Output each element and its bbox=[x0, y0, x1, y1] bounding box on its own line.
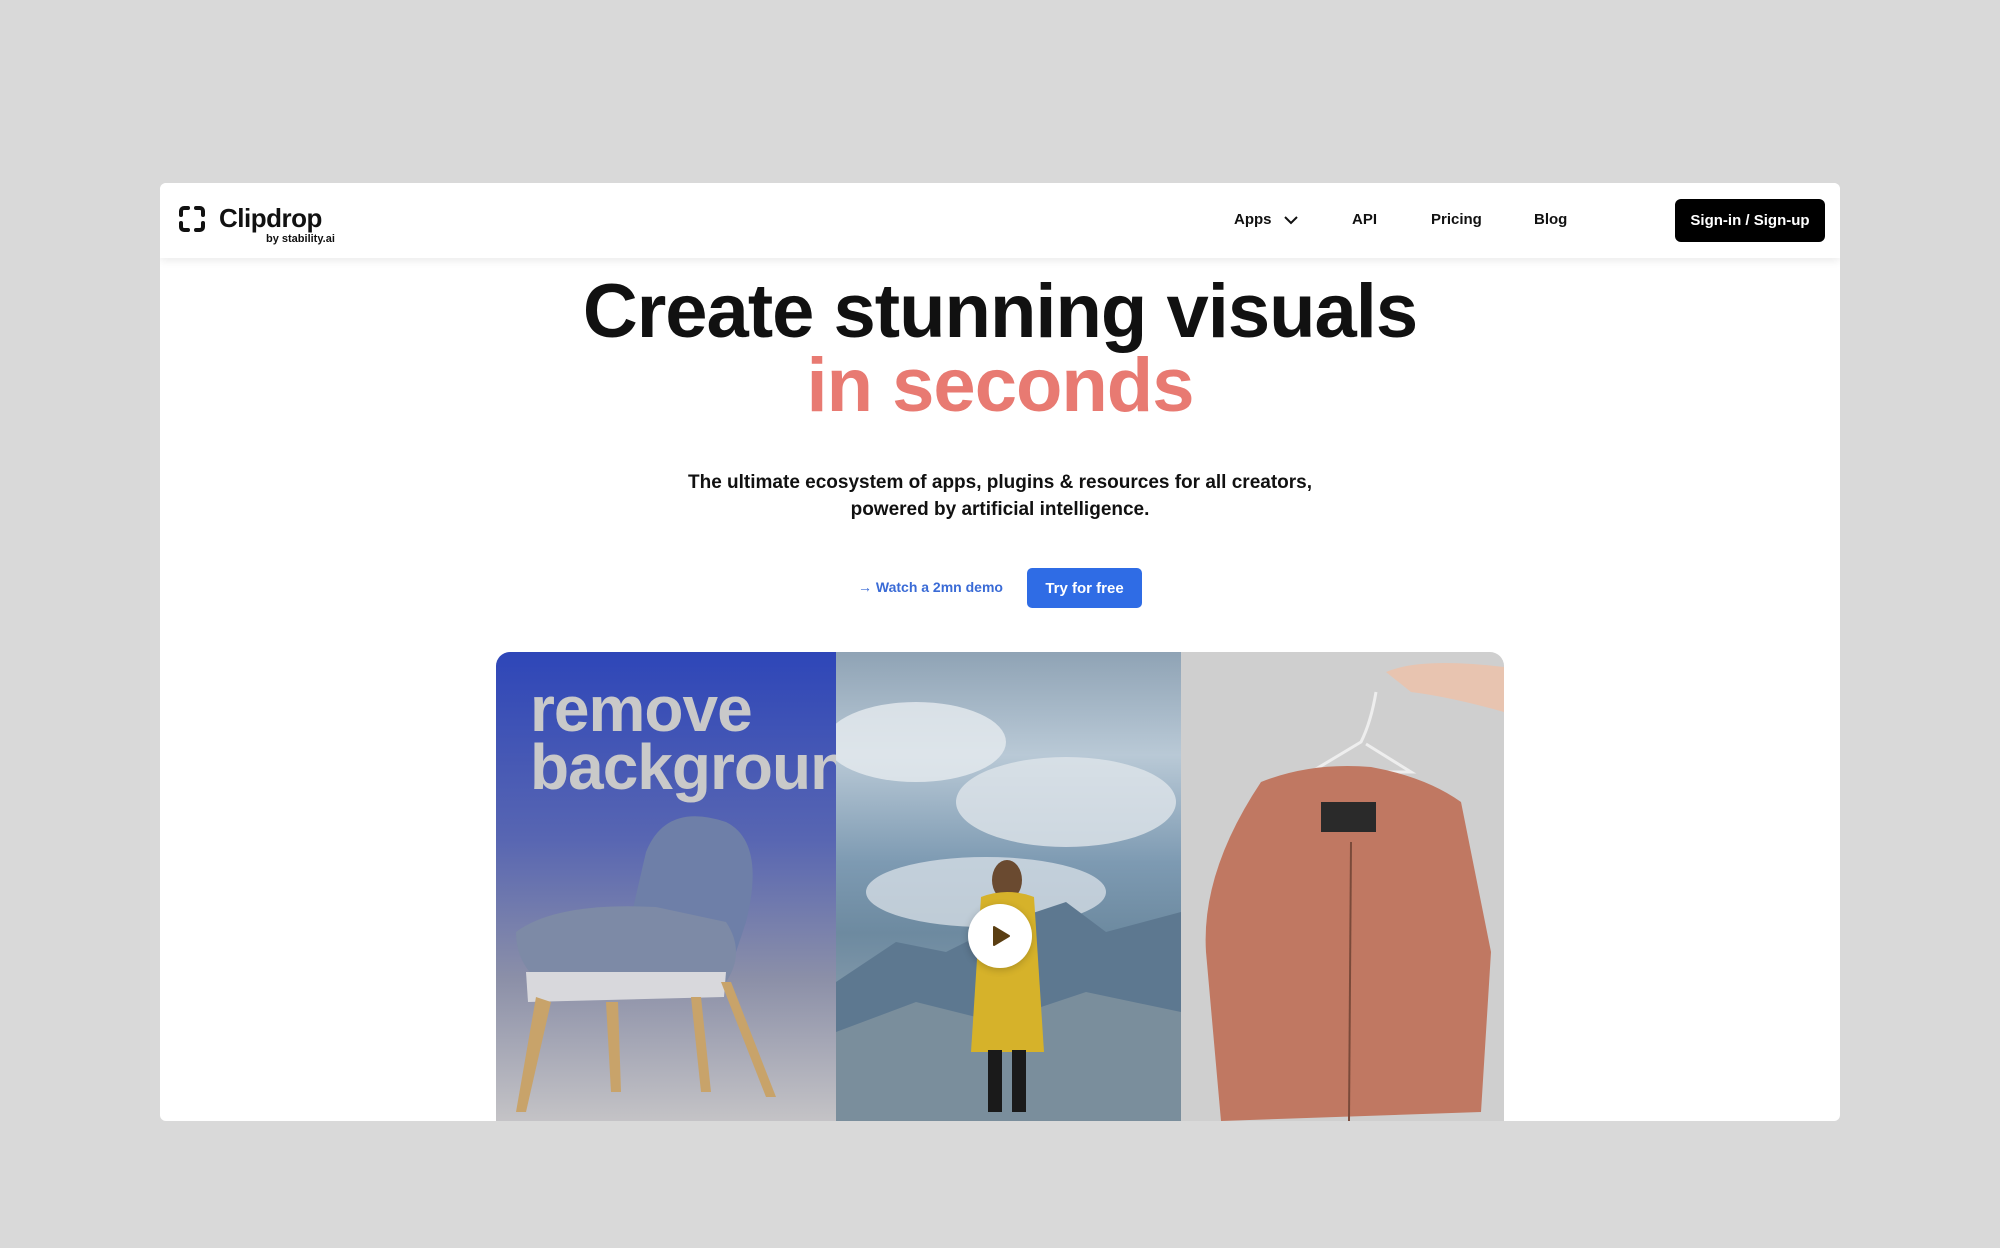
chevron-down-icon bbox=[1283, 215, 1298, 224]
overlay-line2: background bbox=[530, 731, 887, 803]
signin-signup-button[interactable]: Sign-in / Sign-up bbox=[1675, 199, 1825, 242]
hero-subtitle-line2: powered by artificial intelligence. bbox=[850, 499, 1150, 520]
browser-window: Clipdrop by stability.ai Apps API Pricin… bbox=[160, 183, 1840, 1121]
nav-apps-label: Apps bbox=[1234, 211, 1272, 228]
nav-api-link[interactable]: API bbox=[1352, 211, 1377, 228]
chair-image-panel: remove background bbox=[496, 652, 887, 1121]
play-button[interactable] bbox=[968, 904, 1032, 968]
demo-video[interactable]: remove background bbox=[496, 652, 1504, 1121]
brand-name: Clipdrop bbox=[219, 203, 322, 233]
landscape-image-panel bbox=[826, 652, 1181, 1121]
clipdrop-logo-icon bbox=[179, 206, 205, 232]
hero-subtitle-line1: The ultimate ecosystem of apps, plugins … bbox=[687, 472, 1313, 493]
brand-tagline: by stability.ai bbox=[266, 233, 335, 245]
hero-title-line2: in seconds bbox=[806, 343, 1195, 428]
nav-apps-menu[interactable]: Apps bbox=[1234, 211, 1298, 228]
try-for-free-button[interactable]: Try for free bbox=[1027, 568, 1142, 608]
nav-blog-link[interactable]: Blog bbox=[1534, 211, 1567, 228]
watch-demo-link[interactable]: → Watch a 2mn demo bbox=[858, 579, 1003, 595]
remove-background-overlay: remove background bbox=[530, 673, 887, 803]
jacket-illustration bbox=[1205, 663, 1504, 1121]
nav-pricing-link[interactable]: Pricing bbox=[1431, 211, 1482, 228]
hero-title-line1: Create stunning visuals bbox=[582, 269, 1418, 354]
hero-title: Create stunning visuals in seconds bbox=[160, 274, 1840, 428]
overlay-line1: remove bbox=[530, 673, 753, 745]
hero-subtitle: The ultimate ecosystem of apps, plugins … bbox=[600, 469, 1400, 523]
landscape-illustration bbox=[826, 702, 1181, 1121]
play-icon bbox=[993, 926, 1010, 946]
site-header: Clipdrop by stability.ai Apps API Pricin… bbox=[160, 183, 1840, 258]
jacket-image-panel bbox=[1181, 652, 1504, 1121]
